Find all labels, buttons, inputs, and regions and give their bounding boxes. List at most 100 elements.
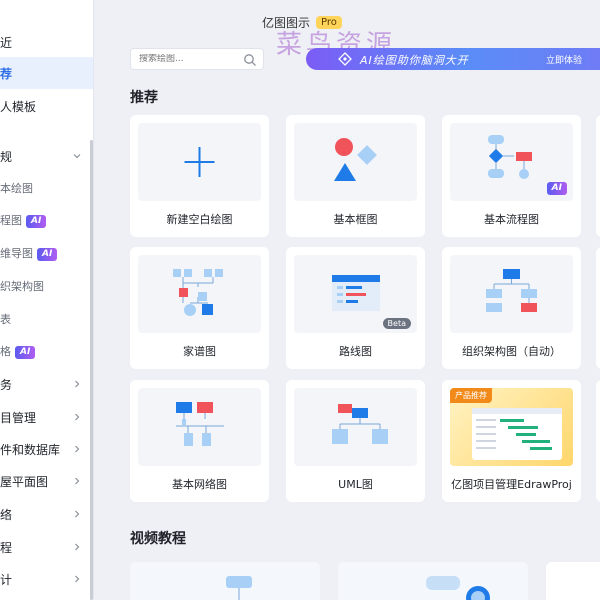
sidebar-item-label: 程图 [0, 214, 22, 227]
card-label: 路线图 [339, 345, 372, 358]
card-thumbnail [450, 255, 573, 333]
card-thumbnail [294, 388, 417, 466]
sidebar-item-org-chart[interactable]: 织架构图 [0, 270, 93, 302]
sidebar-group-engineering[interactable]: 程 [0, 531, 93, 563]
sidebar-group-network[interactable]: 络 [0, 498, 93, 530]
template-card-network[interactable]: 基本网络图 [130, 380, 269, 502]
sidebar-item-label-wrap: 程图 AI [0, 212, 47, 228]
video-card[interactable] [546, 562, 600, 600]
gantt-chart-icon [472, 408, 562, 460]
card-label: 基本流程图 [484, 213, 539, 226]
video-thumbnail-icon [130, 562, 320, 600]
card-label: 新建空白绘图 [166, 213, 233, 226]
template-card-org-chart-auto[interactable]: 组织架构图（自动） [442, 247, 581, 369]
sidebar-item-label: 目管理 [0, 410, 37, 425]
sidebar-group-general[interactable]: 规 [0, 140, 93, 172]
template-card-uml[interactable]: UML图 [286, 380, 425, 502]
video-card[interactable] [130, 562, 320, 600]
ai-badge: AI [37, 247, 58, 261]
sidebar-item-label: 屋平面图 [0, 474, 49, 489]
card-label: 组织架构图（自动） [462, 345, 561, 358]
chevron-right-icon [75, 477, 80, 485]
sidebar-item-label: 本绘图 [0, 182, 33, 195]
template-card-basic-block[interactable]: 基本框图 [286, 115, 425, 237]
app-window: 近 荐 人模板 规 本绘图 程图 AI 维导图 AI 织架构图 表 格 AI 务… [0, 0, 600, 600]
sidebar-item-recent[interactable]: 近 [0, 26, 93, 58]
sidebar-item-label: 务 [0, 377, 13, 392]
org-chart-icon [486, 269, 537, 312]
template-card-blank[interactable]: 新建空白绘图 [130, 115, 269, 237]
sidebar-item-label: 件和数据库 [0, 442, 61, 457]
card-thumbnail [138, 388, 261, 466]
sidebar: 近 荐 人模板 规 本绘图 程图 AI 维导图 AI 织架构图 表 格 AI 务… [0, 0, 94, 600]
uml-icon [332, 404, 388, 444]
video-card[interactable] [338, 562, 528, 600]
card-label: 家谱图 [183, 345, 216, 358]
card-thumbnail: 产品推荐 [450, 388, 573, 466]
chevron-right-icon [75, 445, 80, 453]
card-label: 基本框图 [333, 213, 378, 226]
sidebar-item-charts[interactable]: 表 [0, 303, 93, 335]
card-label: UML图 [338, 478, 373, 491]
template-card-edrawproj[interactable]: 产品推荐 亿图项目管理EdrawProj [442, 380, 581, 502]
card-thumbnail: Beta [294, 255, 417, 333]
banner-text: AI绘图助你脑洞大开 [360, 54, 469, 67]
sidebar-scrollbar[interactable] [90, 140, 93, 600]
template-card-partial[interactable] [596, 247, 600, 369]
sidebar-group-design[interactable]: 计 [0, 563, 93, 595]
section-title-recommend: 推荐 [130, 90, 158, 106]
sidebar-group-business[interactable]: 务 [0, 368, 93, 400]
card-label: 亿图项目管理EdrawProj [451, 478, 572, 491]
search-box[interactable] [130, 48, 264, 70]
sidebar-item-label: 计 [0, 572, 13, 587]
ai-promo-banner[interactable]: AI绘图助你脑洞大开 立即体验 [306, 48, 600, 70]
sidebar-item-tables[interactable]: 格 AI [0, 335, 93, 367]
sidebar-item-label: 近 [0, 35, 13, 50]
ai-badge: AI [26, 214, 47, 228]
sidebar-item-basic-drawing[interactable]: 本绘图 [0, 172, 93, 204]
sidebar-item-label: 表 [0, 313, 11, 326]
template-card-partial[interactable] [596, 380, 600, 502]
sidebar-group-project-mgmt[interactable]: 目管理 [0, 401, 93, 433]
sidebar-item-flowchart[interactable]: 程图 AI [0, 204, 93, 236]
chevron-down-icon [73, 154, 81, 159]
sidebar-item-mindmap[interactable]: 维导图 AI [0, 237, 93, 269]
sidebar-item-label: 络 [0, 507, 13, 522]
sidebar-item-label: 人模板 [0, 99, 37, 114]
sidebar-item-label-wrap: 格 AI [0, 343, 36, 359]
sidebar-item-label: 程 [0, 540, 13, 555]
card-thumbnail [294, 123, 417, 201]
chevron-right-icon [75, 380, 80, 388]
ai-badge: AI [15, 345, 36, 359]
sidebar-item-label: 规 [0, 149, 13, 164]
video-thumbnail-icon [338, 562, 528, 600]
card-thumbnail [138, 123, 261, 201]
template-card-family-tree[interactable]: 家谱图 [130, 247, 269, 369]
template-card-roadmap[interactable]: Beta 路线图 [286, 247, 425, 369]
sidebar-item-label: 维导图 [0, 247, 33, 260]
beta-badge: Beta [382, 318, 411, 329]
sidebar-item-label: 格 [0, 345, 11, 358]
card-thumbnail: AI [450, 123, 573, 201]
chevron-right-icon [75, 413, 80, 421]
template-card-flowchart[interactable]: AI 基本流程图 [442, 115, 581, 237]
card-thumbnail [138, 255, 261, 333]
card-label: 基本网络图 [172, 478, 227, 491]
sidebar-item-label: 织架构图 [0, 280, 44, 293]
plus-icon [184, 147, 215, 177]
ai-badge: AI [546, 182, 567, 195]
template-card-partial[interactable] [596, 115, 600, 237]
search-input[interactable] [139, 54, 239, 64]
sidebar-group-software-db[interactable]: 件和数据库 [0, 433, 93, 465]
sidebar-item-personal-templates[interactable]: 人模板 [0, 90, 93, 122]
sidebar-item-label: 荐 [0, 66, 13, 81]
sidebar-group-floor-plan[interactable]: 屋平面图 [0, 465, 93, 497]
search-icon[interactable] [243, 53, 257, 67]
family-tree-icon [173, 269, 223, 316]
try-now-button[interactable]: 立即体验 [546, 53, 582, 66]
sidebar-item-recommend[interactable]: 荐 [0, 57, 93, 89]
network-diagram-icon [176, 402, 224, 446]
chevron-right-icon [75, 543, 80, 551]
chevron-right-icon [75, 510, 80, 518]
ai-sparkle-icon [338, 52, 352, 66]
